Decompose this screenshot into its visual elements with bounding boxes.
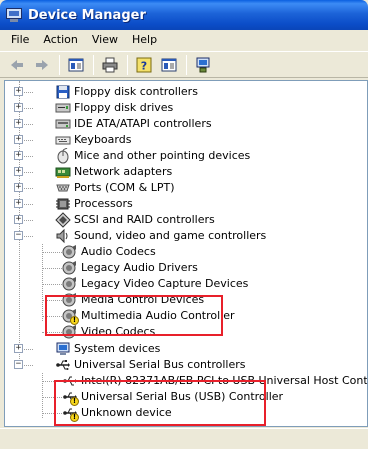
port-icon xyxy=(56,184,70,192)
sound-device-icon xyxy=(62,244,78,260)
category-label: Processors xyxy=(74,197,133,210)
usb-icon xyxy=(56,360,70,370)
back-button[interactable] xyxy=(6,54,28,76)
scan-hardware-button[interactable] xyxy=(192,54,214,76)
tree-item-audio-codecs[interactable]: Audio Codecs xyxy=(36,244,156,260)
keyboard-icon xyxy=(55,136,71,145)
network-adapter-icon xyxy=(55,167,71,178)
category-label: Floppy disk drives xyxy=(74,101,174,114)
category-label: SCSI and RAID controllers xyxy=(74,213,215,226)
expand-toggle[interactable]: + xyxy=(14,135,23,144)
tree-item-legacy-audio-drivers[interactable]: Legacy Audio Drivers xyxy=(36,260,198,276)
sound-device-icon xyxy=(62,276,78,292)
ide-controller-icon xyxy=(55,119,71,129)
expand-toggle[interactable]: + xyxy=(14,119,23,128)
menu-bar: File Action View Help xyxy=(0,30,368,50)
category-label: Mice and other pointing devices xyxy=(74,149,251,162)
expand-toggle[interactable]: + xyxy=(14,87,23,96)
properties-icon xyxy=(161,58,177,71)
toolbar-separator xyxy=(59,54,60,75)
toolbar-separator xyxy=(93,54,94,75)
tree-item-ide-controllers[interactable]: + IDE ATA/ATAPI controllers xyxy=(13,116,212,132)
tree-item-keyboards[interactable]: + Keyboards xyxy=(13,132,131,148)
toolbar-separator xyxy=(186,54,187,75)
show-hide-tree-icon xyxy=(68,58,84,71)
speaker-icon xyxy=(56,228,68,244)
tree-item-scsi-raid[interactable]: + SCSI and RAID controllers xyxy=(13,212,215,228)
highlight-box-sound xyxy=(45,295,223,336)
tree-item-floppy-controllers[interactable]: + Floppy disk controllers xyxy=(13,84,198,100)
tree-item-sound-video-game[interactable]: − Sound, video and game controllers xyxy=(13,228,266,244)
help-button[interactable]: ? xyxy=(133,54,155,76)
category-label: IDE ATA/ATAPI controllers xyxy=(74,117,212,130)
device-label: Legacy Audio Drivers xyxy=(81,261,198,274)
expand-toggle[interactable]: + xyxy=(14,344,23,353)
toolbar: ? xyxy=(0,51,368,78)
device-label: Audio Codecs xyxy=(81,245,156,258)
tree-item-mice[interactable]: + Mice and other pointing devices xyxy=(13,148,250,164)
expand-toggle[interactable]: + xyxy=(14,167,23,176)
expand-toggle[interactable]: + xyxy=(14,215,23,224)
properties-button[interactable] xyxy=(158,54,180,76)
print-button[interactable] xyxy=(99,54,121,76)
menu-file[interactable]: File xyxy=(4,31,36,49)
menu-help[interactable]: Help xyxy=(125,31,164,49)
device-tree[interactable]: + Floppy disk controllers + Floppy disk … xyxy=(4,80,368,427)
svg-text:?: ? xyxy=(141,59,147,72)
tree-item-processors[interactable]: + Processors xyxy=(13,196,133,212)
print-icon xyxy=(102,57,118,72)
collapse-toggle[interactable]: − xyxy=(14,231,23,240)
window-title: Device Manager xyxy=(28,7,146,23)
show-hide-tree-button[interactable] xyxy=(65,54,87,76)
back-arrow-icon xyxy=(11,59,23,70)
category-label: Ports (COM & LPT) xyxy=(74,181,175,194)
floppy-drive-icon xyxy=(55,103,71,113)
expand-toggle[interactable]: + xyxy=(14,151,23,160)
category-label: Keyboards xyxy=(74,133,132,146)
category-label: Universal Serial Bus controllers xyxy=(74,358,246,371)
toolbar-separator xyxy=(127,54,128,75)
tree-item-legacy-video-capture[interactable]: Legacy Video Capture Devices xyxy=(36,276,248,292)
tree-item-floppy-drives[interactable]: + Floppy disk drives xyxy=(13,100,173,116)
processor-icon xyxy=(56,198,70,210)
category-label: Sound, video and game controllers xyxy=(74,229,267,242)
status-bar xyxy=(0,428,368,449)
tree-item-ports[interactable]: + Ports (COM & LPT) xyxy=(13,180,175,196)
category-label: System devices xyxy=(74,342,161,355)
menu-view[interactable]: View xyxy=(85,31,125,49)
title-bar: Device Manager xyxy=(0,0,368,30)
collapse-toggle[interactable]: − xyxy=(14,360,23,369)
tree-item-usb-controllers[interactable]: − Universal Serial Bus controllers xyxy=(13,357,245,373)
expand-toggle[interactable]: + xyxy=(14,183,23,192)
help-icon: ? xyxy=(136,57,152,72)
expand-toggle[interactable]: + xyxy=(14,103,23,112)
highlight-box-usb xyxy=(54,380,266,426)
category-label: Floppy disk controllers xyxy=(74,85,198,98)
scsi-icon xyxy=(55,212,71,228)
sound-device-icon xyxy=(62,260,78,276)
category-label: Network adapters xyxy=(74,165,173,178)
floppy-controller-icon xyxy=(56,85,70,99)
tree-item-system-devices[interactable]: + System devices xyxy=(13,341,160,357)
expand-toggle[interactable]: + xyxy=(14,199,23,208)
forward-arrow-icon xyxy=(36,59,48,70)
device-label: Legacy Video Capture Devices xyxy=(81,277,249,290)
forward-button[interactable] xyxy=(31,54,53,76)
device-manager-icon xyxy=(6,7,22,23)
scan-hardware-icon xyxy=(196,57,210,72)
menu-action[interactable]: Action xyxy=(36,31,84,49)
tree-item-network-adapters[interactable]: + Network adapters xyxy=(13,164,172,180)
system-device-icon xyxy=(56,342,70,355)
mouse-icon xyxy=(57,148,69,164)
